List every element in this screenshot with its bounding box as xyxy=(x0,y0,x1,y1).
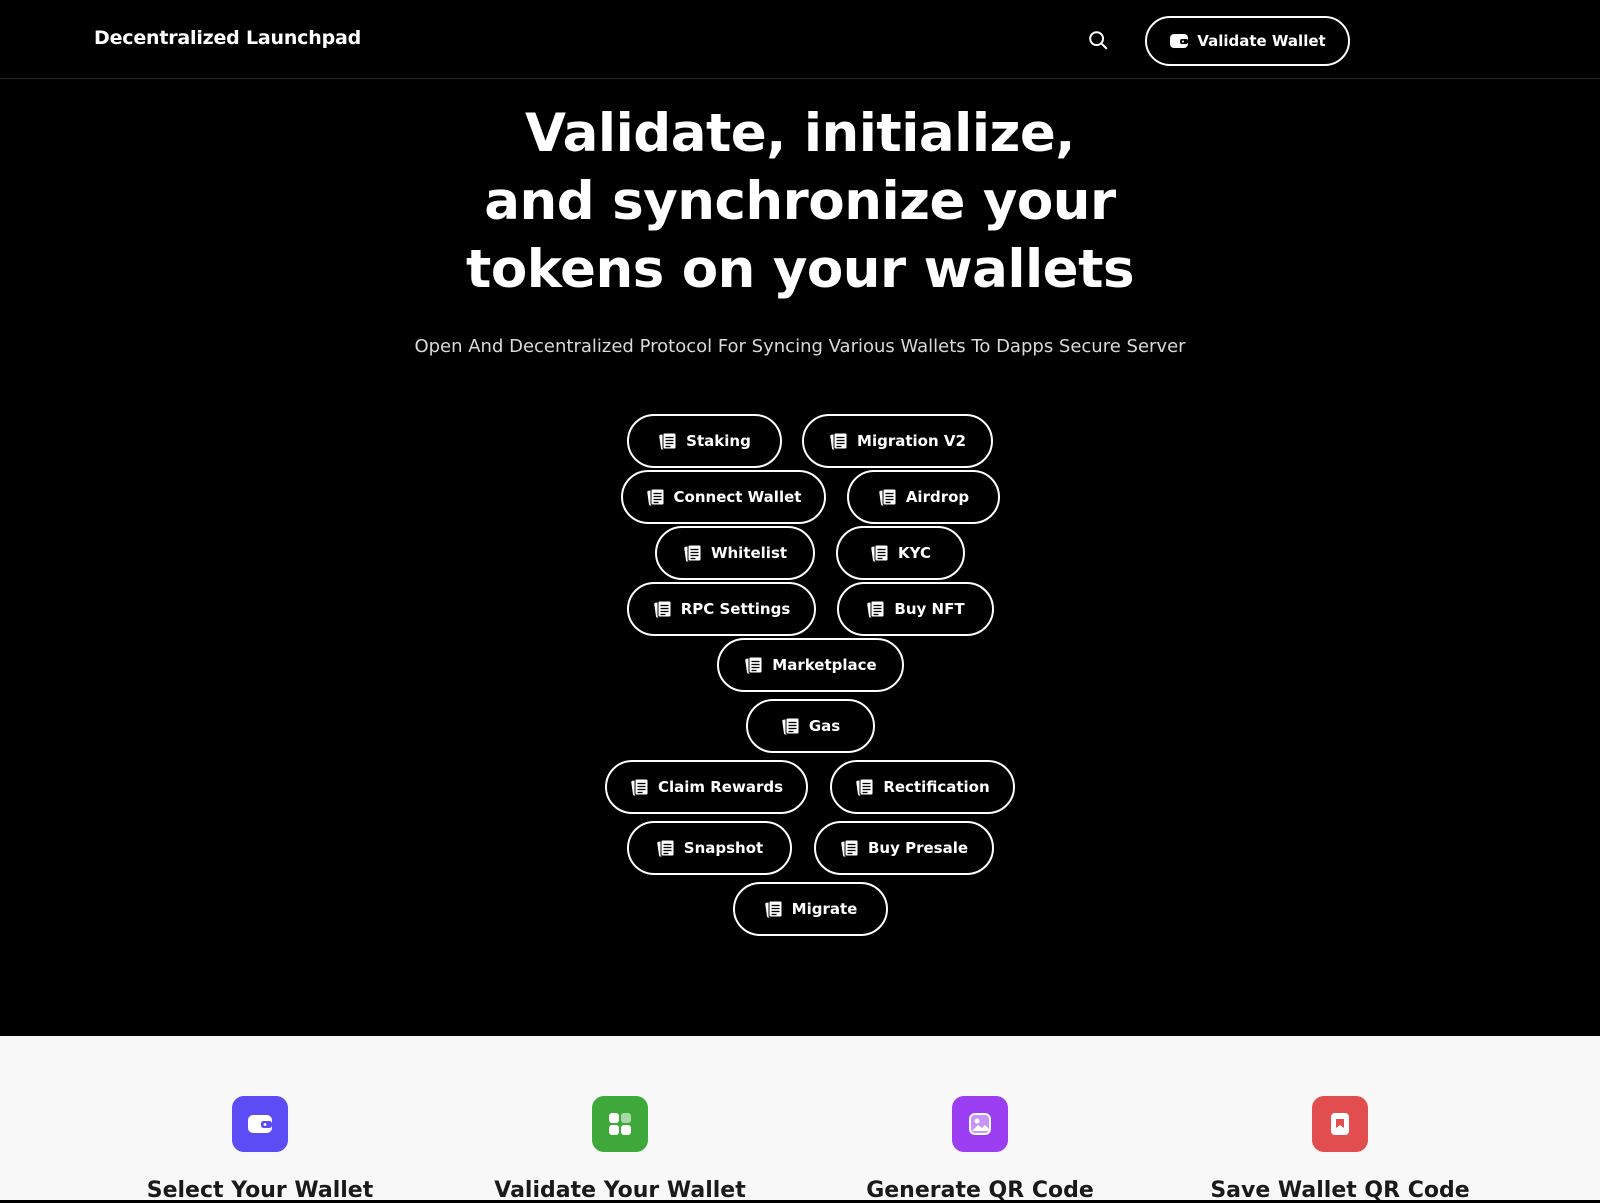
document-icon xyxy=(683,543,703,563)
pill-label: Staking xyxy=(686,432,751,450)
feature-card: Save Wallet QR Code xyxy=(1190,1036,1490,1203)
document-icon xyxy=(656,838,676,858)
hero-title: Validate, initialize, and synchronize yo… xyxy=(400,100,1200,304)
pill-label: Connect Wallet xyxy=(673,488,802,506)
search-icon xyxy=(1089,31,1108,50)
pill-label: KYC xyxy=(898,544,931,562)
pill-label: Buy NFT xyxy=(894,600,965,618)
document-icon xyxy=(878,487,898,507)
hero-subtitle: Open And Decentralized Protocol For Sync… xyxy=(414,336,1186,357)
document-icon xyxy=(855,777,875,797)
pill-rpc-settings[interactable]: RPC Settings xyxy=(627,582,816,636)
pill-label: Airdrop xyxy=(905,488,970,506)
feature-title: Select Your Wallet xyxy=(146,1178,374,1203)
pill-buy-nft[interactable]: Buy NFT xyxy=(837,582,994,636)
pill-whitelist[interactable]: Whitelist xyxy=(655,526,815,580)
pill-migrate[interactable]: Migrate xyxy=(733,882,888,936)
pill-label: Marketplace xyxy=(772,656,877,674)
pill-connect-wallet[interactable]: Connect Wallet xyxy=(621,470,826,524)
feature-card: Generate QR Code xyxy=(830,1036,1130,1203)
image-icon xyxy=(952,1096,1008,1152)
pill-label: Claim Rewards xyxy=(657,778,784,796)
pill-staking[interactable]: Staking xyxy=(627,414,782,468)
wallet-icon xyxy=(1170,34,1189,48)
hero-title-line-3: tokens on your wallets xyxy=(465,239,1135,300)
pill-label: RPC Settings xyxy=(680,600,791,618)
pill-marketplace[interactable]: Marketplace xyxy=(717,638,904,692)
validate-wallet-label: Validate Wallet xyxy=(1197,32,1326,50)
features-section: Select Your Wallet Validate Your Wallet Ge… xyxy=(0,1036,1600,1203)
feature-card: Select Your Wallet xyxy=(110,1036,410,1203)
pill-label: Buy Presale xyxy=(867,839,969,857)
document-icon xyxy=(658,431,678,451)
document-icon xyxy=(866,599,886,619)
wallet-icon xyxy=(232,1096,288,1152)
document-icon xyxy=(840,838,860,858)
document-icon xyxy=(744,655,764,675)
feature-card: Validate Your Wallet xyxy=(470,1036,770,1203)
document-icon xyxy=(646,487,666,507)
pill-label: Gas xyxy=(808,717,841,735)
site-header: Decentralized Launchpad Validate Wallet xyxy=(0,0,1600,79)
hero-title-line-1: Validate, initialize, xyxy=(525,103,1075,164)
pill-migration-v2[interactable]: Migration V2 xyxy=(802,414,993,468)
pill-label: Migration V2 xyxy=(857,432,966,450)
bookmark-icon xyxy=(1312,1096,1368,1152)
document-icon xyxy=(829,431,849,451)
pill-rectification[interactable]: Rectification xyxy=(830,760,1015,814)
pill-label: Migrate xyxy=(791,900,858,918)
pill-kyc[interactable]: KYC xyxy=(836,526,965,580)
validate-wallet-button[interactable]: Validate Wallet xyxy=(1145,16,1350,66)
hero-title-line-2: and synchronize your xyxy=(484,171,1116,232)
feature-title: Save Wallet QR Code xyxy=(1210,1178,1470,1203)
grid-icon xyxy=(592,1096,648,1152)
document-icon xyxy=(870,543,890,563)
pill-gas[interactable]: Gas xyxy=(746,699,875,753)
brand-logo-text[interactable]: Decentralized Launchpad xyxy=(94,27,361,49)
pill-claim-rewards[interactable]: Claim Rewards xyxy=(605,760,808,814)
feature-title: Generate QR Code xyxy=(866,1178,1094,1203)
document-icon xyxy=(630,777,650,797)
search-button[interactable] xyxy=(1084,26,1112,54)
pill-label: Rectification xyxy=(883,778,990,796)
pill-label: Whitelist xyxy=(710,544,788,562)
document-icon xyxy=(653,599,673,619)
pill-buy-presale[interactable]: Buy Presale xyxy=(814,821,994,875)
pill-snapshot[interactable]: Snapshot xyxy=(627,821,792,875)
feature-title: Validate Your Wallet xyxy=(494,1178,746,1203)
document-icon xyxy=(781,716,801,736)
pill-label: Snapshot xyxy=(683,839,764,857)
pill-airdrop[interactable]: Airdrop xyxy=(847,470,1000,524)
document-icon xyxy=(764,899,784,919)
